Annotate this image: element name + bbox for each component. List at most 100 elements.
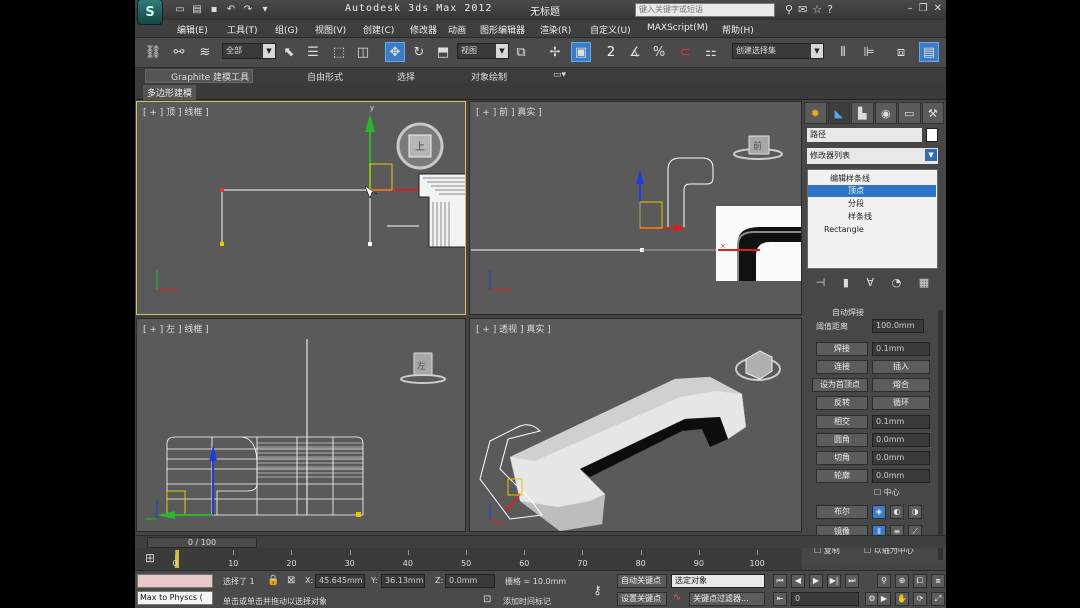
pan-icon[interactable]: ✋: [895, 592, 909, 606]
absolute-mode-icon[interactable]: ⊠: [287, 575, 295, 586]
select-manipulate-icon[interactable]: ✢: [545, 42, 565, 62]
project-folder-icon[interactable]: ▾: [258, 4, 272, 16]
search-input[interactable]: 键入关键字或短语: [635, 3, 775, 17]
remove-modifier-icon[interactable]: ◔: [892, 276, 902, 289]
selection-filter-dropdown[interactable]: 全部 ▼: [222, 43, 276, 59]
zoom-all-icon[interactable]: ⊕: [895, 574, 909, 588]
ref-coord-dropdown[interactable]: 视图 ▼: [457, 43, 509, 59]
command-panel-scrollbar[interactable]: [938, 310, 943, 560]
motion-tab-icon[interactable]: ◉: [874, 102, 897, 124]
object-color-swatch[interactable]: [926, 128, 938, 142]
viewport-front[interactable]: [ + ] 前 ] 真实 ] × 前: [469, 101, 802, 315]
select-move-icon[interactable]: ✥: [385, 42, 405, 62]
restore-icon[interactable]: ❐: [919, 3, 928, 14]
redo-icon[interactable]: ↷: [241, 4, 255, 16]
viewcube-top-label[interactable]: 上: [415, 141, 425, 153]
weld-spinner[interactable]: 0.1mm: [872, 342, 930, 356]
menu-animation[interactable]: 动画: [448, 23, 466, 36]
outline-spinner[interactable]: 0.0mm: [872, 469, 930, 483]
make-unique-icon[interactable]: ∀: [867, 276, 875, 289]
key-filters-button[interactable]: 关键点过滤器...: [689, 592, 765, 606]
pivot-center-icon[interactable]: ⧉: [511, 42, 531, 62]
save-file-icon[interactable]: ▪: [207, 4, 221, 16]
fuse-button[interactable]: 熔合: [872, 378, 930, 392]
chamfer-button[interactable]: 切角: [816, 451, 868, 465]
weld-button[interactable]: 焊接: [816, 342, 868, 356]
stack-item-vertex[interactable]: 顶点: [808, 185, 936, 197]
window-crossing-icon[interactable]: ◫: [353, 42, 373, 62]
viewport-left[interactable]: [ + ] 左 ] 线框 ] 左: [136, 318, 466, 532]
menu-tools[interactable]: 工具(T): [227, 23, 258, 36]
named-selection-dropdown[interactable]: 创建选择集 ▼: [732, 43, 824, 59]
align-icon[interactable]: ⊫: [859, 42, 879, 62]
zoom-extents-all-icon[interactable]: ⧈: [931, 574, 945, 588]
percent-snap-icon[interactable]: %: [649, 42, 669, 62]
x-coord-field[interactable]: 45.645mm: [315, 574, 365, 588]
stack-item-spline[interactable]: 样条线: [808, 211, 936, 223]
show-end-result-icon[interactable]: ▮: [843, 276, 849, 289]
ribbon-tab-graphite[interactable]: Graphite 建模工具: [171, 70, 249, 83]
center-checkbox[interactable]: ☐ 中心: [874, 487, 900, 498]
pin-stack-icon[interactable]: ⊣: [816, 276, 826, 289]
make-first-button[interactable]: 设为首顶点: [812, 378, 868, 392]
cross-insert-button[interactable]: 相交: [816, 415, 868, 429]
next-frame-icon[interactable]: ▶|: [827, 574, 841, 588]
auto-key-button[interactable]: 自动关键点: [617, 574, 667, 588]
new-file-icon[interactable]: ▭: [173, 4, 187, 16]
chamfer-spinner[interactable]: 0.0mm: [872, 451, 930, 465]
subtract-icon[interactable]: ◐: [890, 505, 904, 519]
prev-frame-icon[interactable]: ◀: [791, 574, 805, 588]
insert-button[interactable]: 插入: [872, 360, 930, 374]
star-icon[interactable]: ☆: [812, 3, 822, 16]
cycle-button[interactable]: 循环: [872, 396, 930, 410]
zoom-icon[interactable]: ⚲: [877, 574, 891, 588]
curve-editor-icon[interactable]: ⊞: [145, 551, 155, 565]
intersect-icon[interactable]: ◑: [908, 505, 922, 519]
track-bar[interactable]: ⊞ 0 10 20 30 40 50 60 70 80 90 100: [135, 548, 802, 570]
layer-manager-icon[interactable]: ⧈: [891, 42, 911, 62]
menu-create[interactable]: 创建(C): [363, 23, 394, 36]
rect-selection-icon[interactable]: ⬚: [329, 42, 349, 62]
field-of-view-icon[interactable]: ▶: [877, 592, 891, 606]
menu-maxscript[interactable]: MAXScript(M): [647, 23, 708, 33]
menu-edit[interactable]: 编辑(E): [177, 23, 208, 36]
modifier-stack[interactable]: 编辑样条线 顶点 分段 样条线 Rectangle: [807, 169, 938, 269]
key-mode-dropdown[interactable]: 选定对象: [671, 574, 765, 588]
link-icon[interactable]: ⛓: [143, 42, 163, 62]
bind-spacewarp-icon[interactable]: ≋: [195, 42, 215, 62]
z-coord-field[interactable]: 0.0mm: [445, 574, 495, 588]
cross-spinner[interactable]: 0.1mm: [872, 415, 930, 429]
help-icon[interactable]: ?: [827, 3, 833, 16]
threshold-spinner[interactable]: 100.0mm: [872, 319, 924, 333]
viewcube-front-label[interactable]: 前: [753, 140, 762, 152]
select-rotate-icon[interactable]: ↻: [409, 42, 429, 62]
viewcube-left-label[interactable]: 左: [417, 360, 426, 372]
y-coord-field[interactable]: 36.13mm: [381, 574, 425, 588]
minimize-icon[interactable]: –: [908, 3, 913, 14]
menu-views[interactable]: 视图(V): [315, 23, 346, 36]
set-key-button[interactable]: 设置关键点: [617, 592, 667, 606]
fillet-spinner[interactable]: 0.0mm: [872, 433, 930, 447]
edit-named-selection-icon[interactable]: ⚏: [701, 42, 721, 62]
maxscript-output[interactable]: Max to Physcs (: [137, 591, 213, 605]
select-object-icon[interactable]: ⬉: [279, 42, 299, 62]
union-icon[interactable]: ◈: [872, 505, 886, 519]
goto-start-icon[interactable]: ⏮: [773, 574, 787, 588]
menu-group[interactable]: 组(G): [275, 23, 298, 36]
mirror-icon[interactable]: ⫴: [833, 42, 853, 62]
key-mode-toggle-icon[interactable]: ⇤: [773, 592, 787, 606]
binoculars-icon[interactable]: ⚲: [785, 3, 793, 16]
time-tag-icon[interactable]: ⊡: [483, 594, 491, 605]
select-by-name-icon[interactable]: ☰: [303, 42, 323, 62]
modifier-list-dropdown[interactable]: 修改器列表 ▼: [807, 148, 938, 164]
goto-end-icon[interactable]: ⏭: [845, 574, 859, 588]
time-slider[interactable]: 0 / 100: [147, 537, 257, 548]
key-filter-curve-icon[interactable]: ∿: [673, 592, 681, 603]
hierarchy-tab-icon[interactable]: ▙: [851, 102, 874, 124]
add-time-tag[interactable]: 添加时间标记: [503, 596, 551, 607]
object-name-field[interactable]: 路径: [807, 128, 922, 142]
keyboard-shortcut-override-icon[interactable]: ▣: [571, 42, 591, 62]
ribbon-tab-object-paint[interactable]: 对象绘制: [471, 70, 507, 83]
play-icon[interactable]: ▶: [809, 574, 823, 588]
undo-icon[interactable]: ↶: [224, 4, 238, 16]
